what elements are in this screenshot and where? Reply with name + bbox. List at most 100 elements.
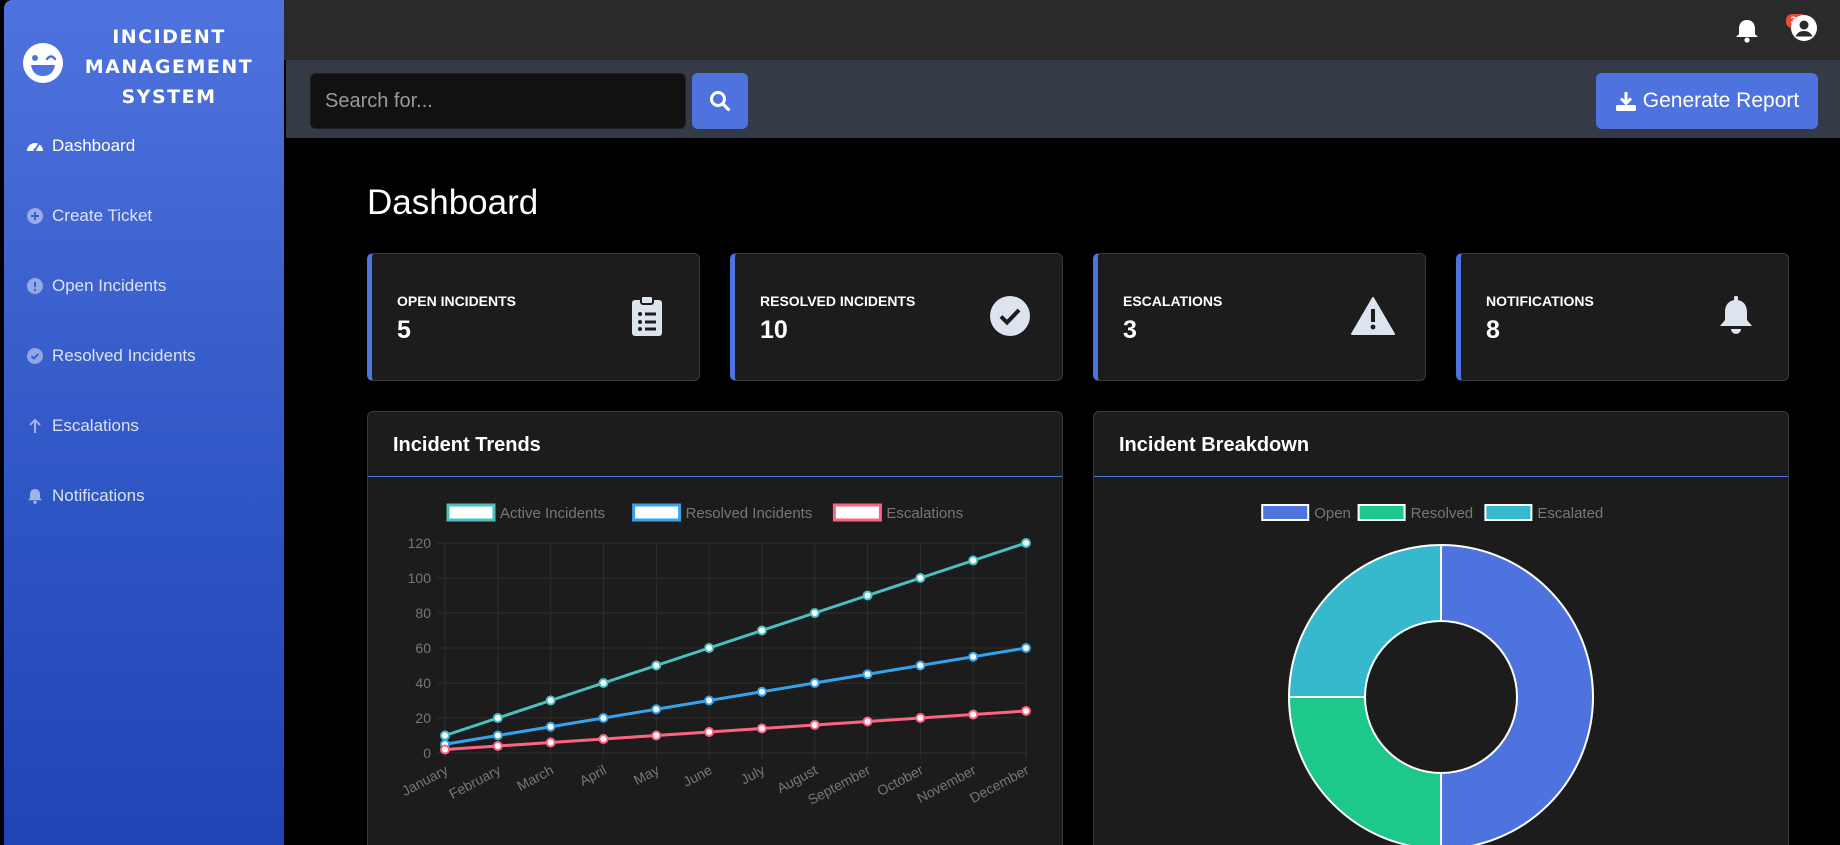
data-point <box>756 625 767 636</box>
legend-label: Escalations <box>886 505 963 522</box>
data-point <box>598 734 609 744</box>
data-point <box>651 730 662 741</box>
legend-label: Open <box>1314 505 1351 522</box>
pie-slice <box>1440 543 1594 845</box>
data-point <box>968 651 979 662</box>
x-tick-label: June <box>680 761 715 789</box>
bell-icon <box>26 487 44 505</box>
x-tick-label: April <box>577 762 609 789</box>
data-point <box>915 573 926 583</box>
sidebar-item-label: Escalations <box>52 416 139 435</box>
legend-label: Active Incidents <box>500 505 605 522</box>
data-point <box>809 720 820 730</box>
data-point <box>968 709 979 720</box>
data-point <box>809 608 820 618</box>
x-tick-label: November <box>914 761 979 806</box>
data-point <box>440 744 450 755</box>
data-point <box>862 669 873 680</box>
legend-swatch <box>446 503 496 522</box>
sidebar-item-notifications[interactable]: Notifications <box>4 471 284 521</box>
x-tick-label: December <box>967 761 1032 806</box>
incident-trends-panel: Incident Trends 0 20 40 60 80 100 120 January Fe… <box>367 411 1063 845</box>
brand-line-2: MANAGEMENT <box>84 56 254 78</box>
y-tick-label: 100 <box>408 570 432 586</box>
data-point <box>545 695 556 706</box>
search-button[interactable] <box>692 73 748 129</box>
legend-label: Resolved Incidents <box>686 505 813 522</box>
data-point <box>968 555 979 566</box>
x-tick-label: January <box>399 762 450 800</box>
bell-icon[interactable] <box>1734 16 1764 46</box>
stat-card-value: 5 <box>397 316 411 344</box>
data-point <box>862 716 873 727</box>
stat-card-open-incidents: OPEN INCIDENTS 5 <box>367 253 700 381</box>
stat-card-resolved-incidents: RESOLVED INCIDENTS 10 <box>730 253 1063 381</box>
sidebar-item-label: Open Incidents <box>52 276 167 295</box>
stat-card-value: 8 <box>1486 316 1500 344</box>
data-point <box>704 643 715 653</box>
data-point <box>492 730 503 741</box>
data-point <box>704 727 715 737</box>
user-circle-icon[interactable] <box>1790 14 1818 42</box>
panel-title: Incident Trends <box>393 434 541 456</box>
sidebar: INCIDENT MANAGEMENT SYSTEM Dashboard Cre… <box>4 0 284 845</box>
gauge-icon <box>26 137 44 155</box>
sidebar-item-label: Create Ticket <box>52 206 153 225</box>
data-point <box>915 660 926 671</box>
stat-card-notifications: NOTIFICATIONS 8 <box>1456 253 1789 381</box>
stat-card-label: NOTIFICATIONS <box>1486 293 1594 309</box>
pie-slice <box>1287 696 1442 845</box>
y-tick-label: 80 <box>415 605 431 621</box>
sidebar-item-label: Notifications <box>52 486 145 505</box>
stat-card-escalations: ESCALATIONS 3 <box>1093 253 1426 381</box>
legend-swatch <box>1261 504 1310 521</box>
sidebar-item-dashboard[interactable]: Dashboard <box>4 121 284 171</box>
sidebar-item-open-incidents[interactable]: Open Incidents <box>4 261 284 311</box>
incident-trends-chart: 0 20 40 60 80 100 120 JanuaryFebruary March April… <box>399 503 1032 808</box>
y-tick-label: 20 <box>415 710 431 726</box>
data-point <box>545 721 556 732</box>
x-tick-label: May <box>631 762 662 789</box>
data-point <box>545 737 556 748</box>
sidebar-item-escalations[interactable]: Escalations <box>4 401 284 451</box>
panel-header: Incident Breakdown <box>1094 412 1788 477</box>
generate-report-label: Generate Report <box>1642 89 1800 112</box>
bell-icon <box>1714 294 1758 338</box>
brand-line-1: INCIDENT <box>112 26 226 48</box>
stat-card-label: RESOLVED INCIDENTS <box>760 293 916 309</box>
clipboard-list-icon <box>625 294 669 338</box>
sidebar-item-label: Dashboard <box>52 136 136 155</box>
data-point <box>492 741 503 751</box>
search-input[interactable] <box>310 73 686 129</box>
legend-swatch <box>1484 504 1533 521</box>
topbar: 3+ <box>284 0 1840 60</box>
sidebar-item-resolved-incidents[interactable]: Resolved Incidents <box>4 331 284 381</box>
warning-triangle-icon <box>1351 294 1395 338</box>
y-tick-label: 120 <box>408 535 432 551</box>
incident-breakdown-chart: Open Resolved Escalated <box>1261 504 1603 845</box>
legend-label: Escalated <box>1537 505 1603 522</box>
stat-card-label: OPEN INCIDENTS <box>397 293 517 309</box>
data-point <box>1021 643 1031 653</box>
arrow-up-icon <box>26 417 44 435</box>
sidebar-item-create-ticket[interactable]: Create Ticket <box>4 191 284 241</box>
data-point <box>651 660 662 671</box>
legend-label: Resolved <box>1411 505 1474 522</box>
search-icon <box>710 91 731 112</box>
plus-circle-icon <box>26 207 44 225</box>
stat-card-value: 3 <box>1123 316 1137 344</box>
panel-title: Incident Breakdown <box>1119 434 1310 456</box>
brand[interactable]: INCIDENT MANAGEMENT SYSTEM <box>4 0 284 118</box>
laugh-wink-icon <box>23 43 63 83</box>
data-point <box>756 723 767 734</box>
data-point <box>1021 706 1031 716</box>
stat-card-label: ESCALATIONS <box>1123 293 1223 309</box>
check-circle-icon <box>988 294 1032 338</box>
data-point <box>440 730 450 741</box>
stat-card-value: 10 <box>760 316 788 344</box>
generate-report-button[interactable]: Generate Report <box>1596 73 1818 129</box>
brand-title: INCIDENT MANAGEMENT SYSTEM <box>74 22 264 112</box>
data-point <box>862 590 873 601</box>
toolbar: Generate Report <box>286 60 1840 138</box>
y-tick-label: 40 <box>415 675 431 691</box>
